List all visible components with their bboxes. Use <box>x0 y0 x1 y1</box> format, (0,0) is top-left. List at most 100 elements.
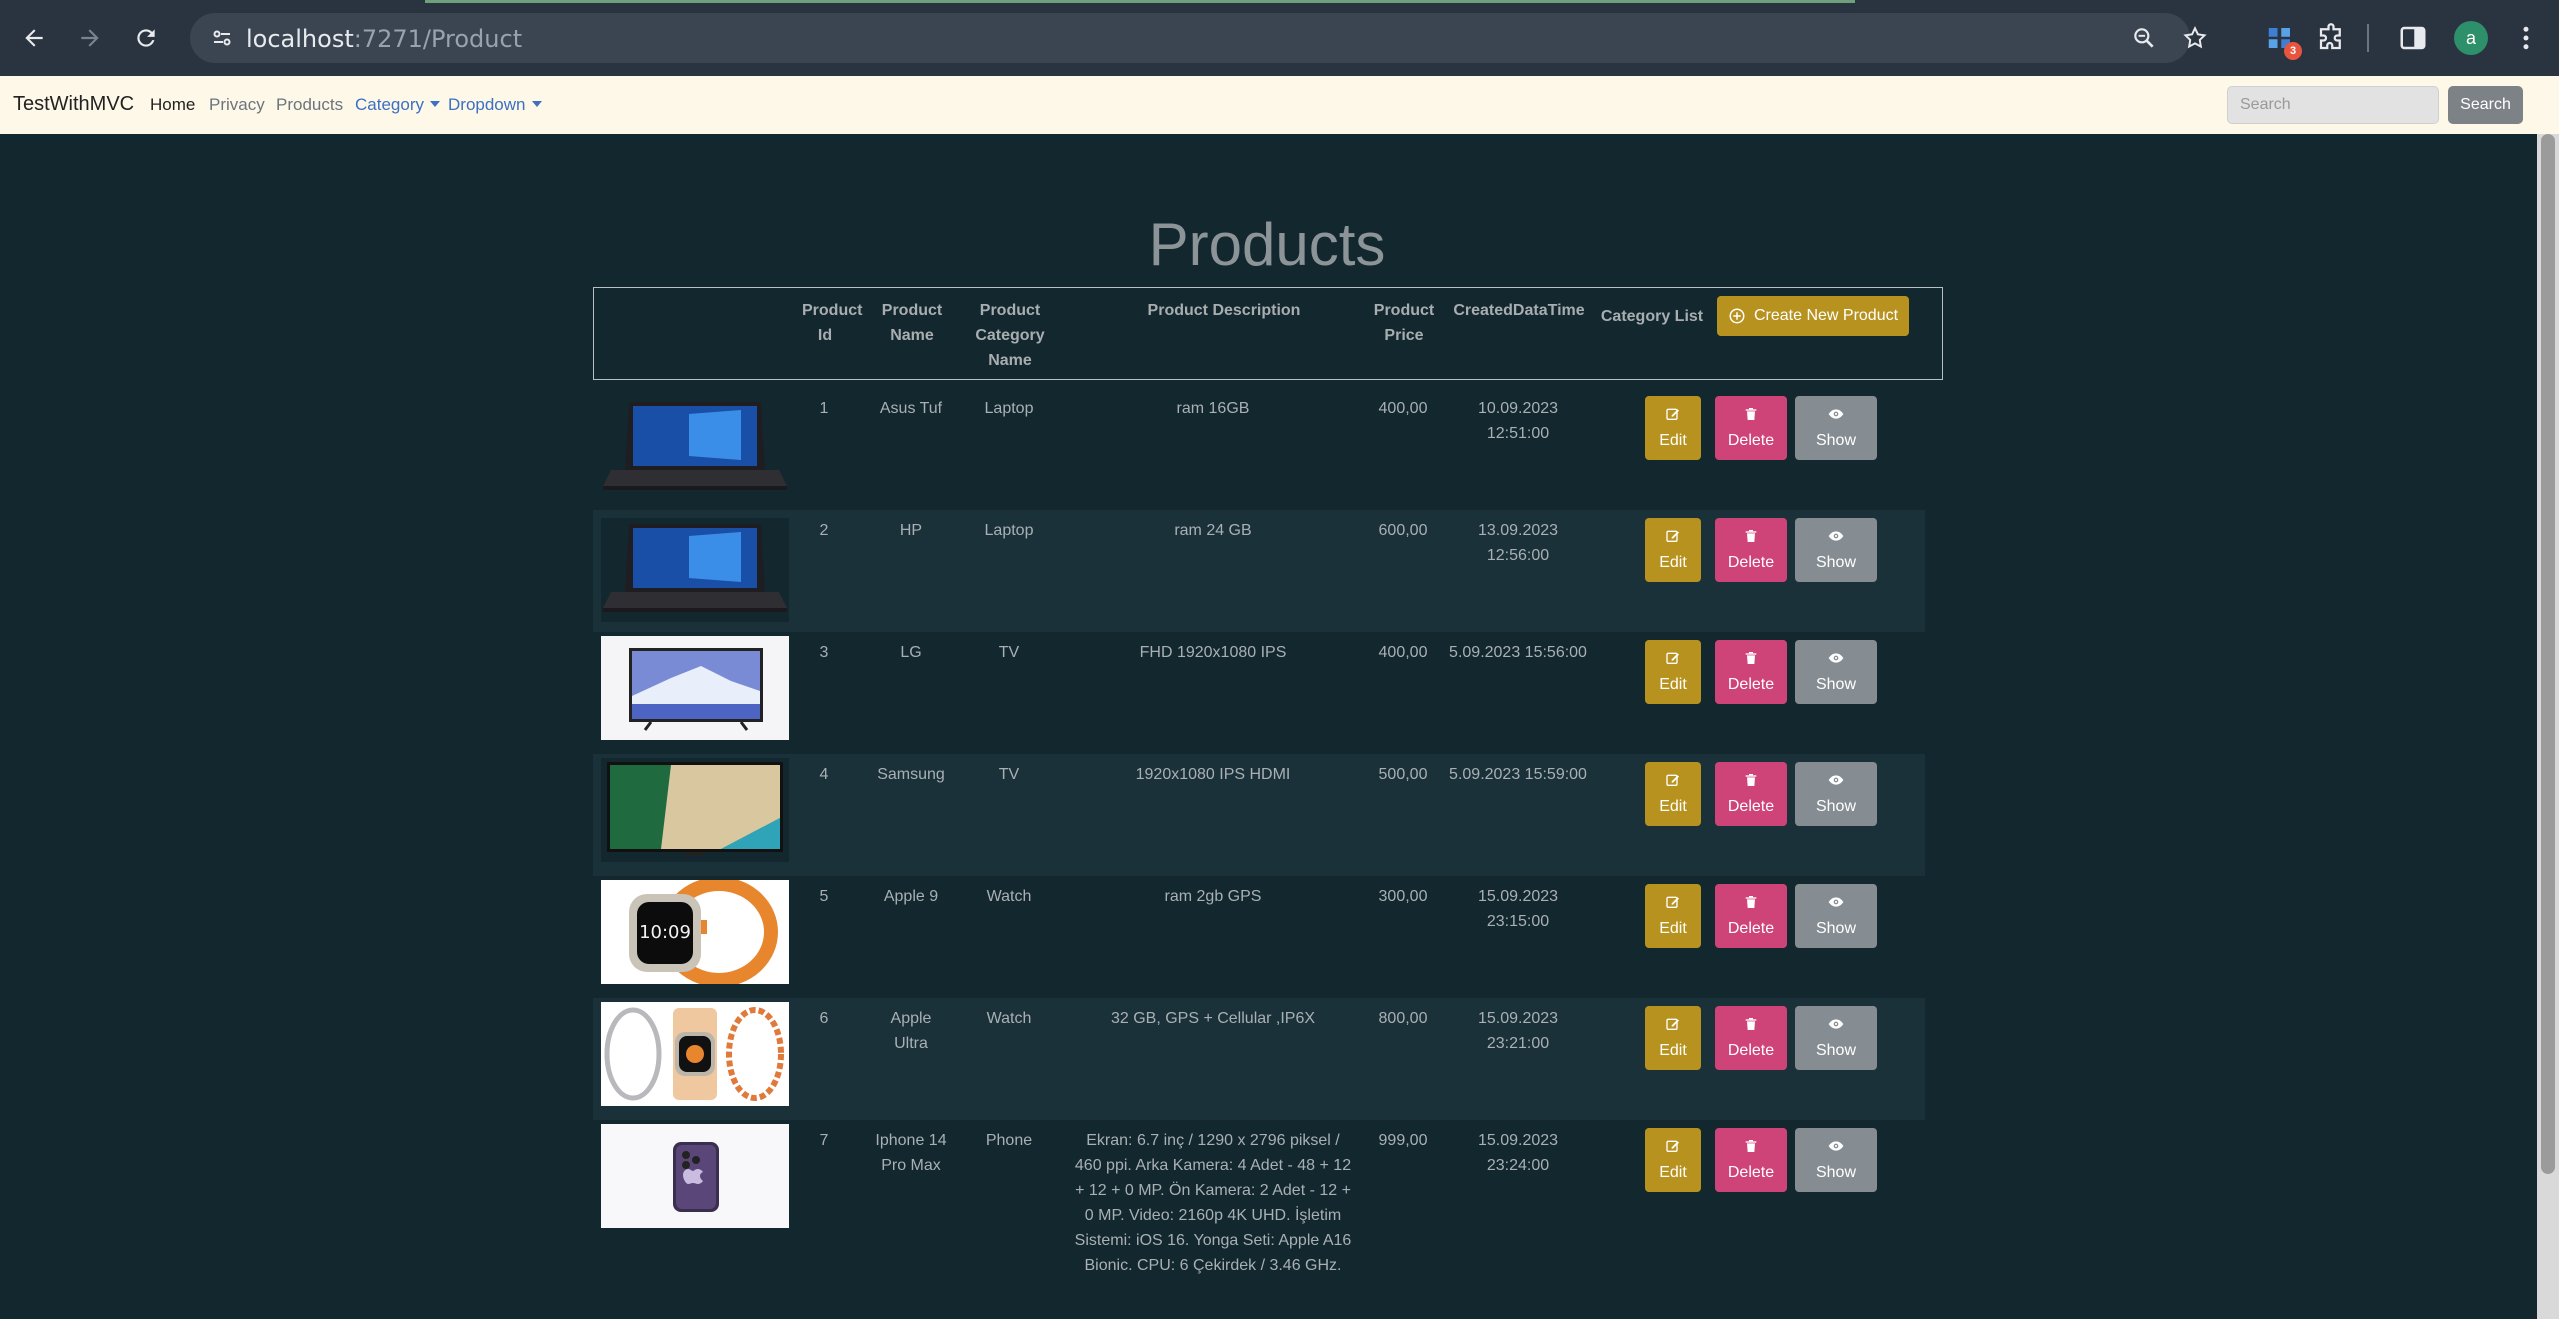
delete-button[interactable]: Delete <box>1715 396 1787 460</box>
side-panel-icon <box>2400 26 2426 50</box>
cell-product-price: 999,00 <box>1378 1132 1428 1149</box>
delete-button[interactable]: Delete <box>1715 640 1787 704</box>
eye-icon <box>1828 772 1844 793</box>
toolbar-divider <box>2367 24 2369 52</box>
browser-toolbar: localhost:7271/Product 3 a <box>0 0 2559 76</box>
cell-created-date: 15.09.2023 23:24:00 <box>1477 1132 1559 1174</box>
cell-product-description: 32 GB, GPS + Cellular ,IP6X <box>1110 1010 1316 1027</box>
cell-product-category: TV <box>998 644 1020 661</box>
back-button[interactable] <box>16 20 52 56</box>
url-host: localhost <box>246 25 354 53</box>
delete-button[interactable]: Delete <box>1715 884 1787 948</box>
cell-product-description: ram 24 GB <box>1174 522 1252 539</box>
edit-label: Edit <box>1659 676 1687 693</box>
reload-icon <box>137 29 155 47</box>
cell-product-id: 7 <box>819 1132 829 1149</box>
show-button[interactable]: Show <box>1795 640 1877 704</box>
delete-button[interactable]: Delete <box>1715 1128 1787 1192</box>
create-new-product-button[interactable]: Create New Product <box>1717 296 1909 336</box>
edit-button[interactable]: Edit <box>1645 518 1701 582</box>
side-panel-button[interactable] <box>2395 20 2431 56</box>
url-path: :7271/Product <box>353 25 523 53</box>
edit-label: Edit <box>1659 432 1687 449</box>
trash-icon <box>1743 1016 1759 1037</box>
navbar-brand[interactable]: TestWithMVC <box>13 93 134 116</box>
kebab-menu-icon <box>2523 26 2529 50</box>
eye-icon <box>1828 1016 1844 1037</box>
delete-button[interactable]: Delete <box>1715 762 1787 826</box>
edit-icon <box>1665 528 1681 549</box>
extension-badge: 3 <box>2284 42 2302 60</box>
header-product-id: Product Id <box>802 302 863 344</box>
cell-product-id: 5 <box>819 888 829 905</box>
edit-button[interactable]: Edit <box>1645 1006 1701 1070</box>
edit-label: Edit <box>1659 920 1687 937</box>
header-product-price: Product Price <box>1373 302 1435 344</box>
search-input[interactable] <box>2227 86 2439 124</box>
extensions-menu-button[interactable] <box>2313 20 2349 56</box>
cell-product-price: 400,00 <box>1378 400 1428 417</box>
trash-icon <box>1743 1138 1759 1159</box>
site-settings-icon[interactable] <box>210 26 234 50</box>
profile-avatar[interactable]: a <box>2454 21 2488 55</box>
cell-product-description: 1920x1080 IPS HDMI <box>1135 766 1291 783</box>
show-button[interactable]: Show <box>1795 1128 1877 1192</box>
delete-button[interactable]: Delete <box>1715 518 1787 582</box>
edit-button[interactable]: Edit <box>1645 762 1701 826</box>
plus-circle-icon <box>1729 308 1745 324</box>
show-label: Show <box>1815 920 1857 937</box>
delete-label: Delete <box>1727 1042 1775 1059</box>
trash-icon <box>1743 528 1759 549</box>
edit-icon <box>1665 1138 1681 1159</box>
nav-link-privacy[interactable]: Privacy <box>209 95 265 115</box>
cell-product-description: Ekran: 6.7 inç / 1290 x 2796 piksel / 46… <box>1074 1132 1352 1274</box>
edit-icon <box>1665 772 1681 793</box>
show-button[interactable]: Show <box>1795 762 1877 826</box>
edit-label: Edit <box>1659 1164 1687 1181</box>
delete-button[interactable]: Delete <box>1715 1006 1787 1070</box>
edit-button[interactable]: Edit <box>1645 1128 1701 1192</box>
show-label: Show <box>1815 554 1857 571</box>
zoom-icon[interactable] <box>2130 24 2158 52</box>
show-button[interactable]: Show <box>1795 396 1877 460</box>
table-row: 1 Asus Tuf Laptop ram 16GB 400,00 10.09.2023 … <box>593 388 1925 510</box>
page-scrollbar-thumb[interactable] <box>2541 134 2555 1174</box>
show-label: Show <box>1815 798 1857 815</box>
cell-product-name: Asus Tuf <box>879 400 943 417</box>
nav-link-products[interactable]: Products <box>276 95 343 115</box>
cell-product-category: Laptop <box>984 400 1034 417</box>
cell-product-category: Phone <box>985 1132 1033 1149</box>
caret-down-icon <box>531 101 542 107</box>
cell-product-id: 6 <box>819 1010 829 1027</box>
cell-product-price: 800,00 <box>1378 1010 1428 1027</box>
product-image <box>601 396 789 500</box>
nav-link-home[interactable]: Home <box>150 95 195 115</box>
bookmark-star-icon[interactable] <box>2181 24 2209 52</box>
nav-dropdown-dropdown[interactable]: Dropdown <box>448 95 542 115</box>
edit-button[interactable]: Edit <box>1645 640 1701 704</box>
nav-dropdown-category[interactable]: Category <box>355 95 440 115</box>
show-button[interactable]: Show <box>1795 518 1877 582</box>
table-row: 2 HP Laptop ram 24 GB 600,00 13.09.2023 12:56… <box>593 510 1925 632</box>
table-row: 7 Iphone 14 Pro Max Phone Ekran: 6.7 inç / … <box>593 1120 1925 1280</box>
cell-product-name: Apple Ultra <box>890 1010 932 1052</box>
address-bar[interactable]: localhost:7271/Product <box>190 13 2190 63</box>
cell-product-category: Watch <box>986 888 1032 905</box>
reload-button[interactable] <box>128 20 164 56</box>
page-load-progress <box>425 0 1855 3</box>
trash-icon <box>1743 650 1759 671</box>
edit-button[interactable]: Edit <box>1645 884 1701 948</box>
show-button[interactable]: Show <box>1795 1006 1877 1070</box>
browser-menu-button[interactable] <box>2508 20 2544 56</box>
edit-button[interactable]: Edit <box>1645 396 1701 460</box>
cell-created-date: 5.09.2023 15:59:00 <box>1449 766 1587 783</box>
forward-button[interactable] <box>72 20 108 56</box>
show-button[interactable]: Show <box>1795 884 1877 948</box>
cell-product-name: HP <box>899 522 923 539</box>
svg-text:10:09: 10:09 <box>639 922 691 943</box>
cell-product-description: ram 16GB <box>1176 400 1250 417</box>
extension-button[interactable]: 3 <box>2262 20 2302 60</box>
search-button[interactable]: Search <box>2448 86 2523 124</box>
product-image: 10:09 <box>601 880 789 984</box>
page-title: Products <box>1148 211 1386 278</box>
